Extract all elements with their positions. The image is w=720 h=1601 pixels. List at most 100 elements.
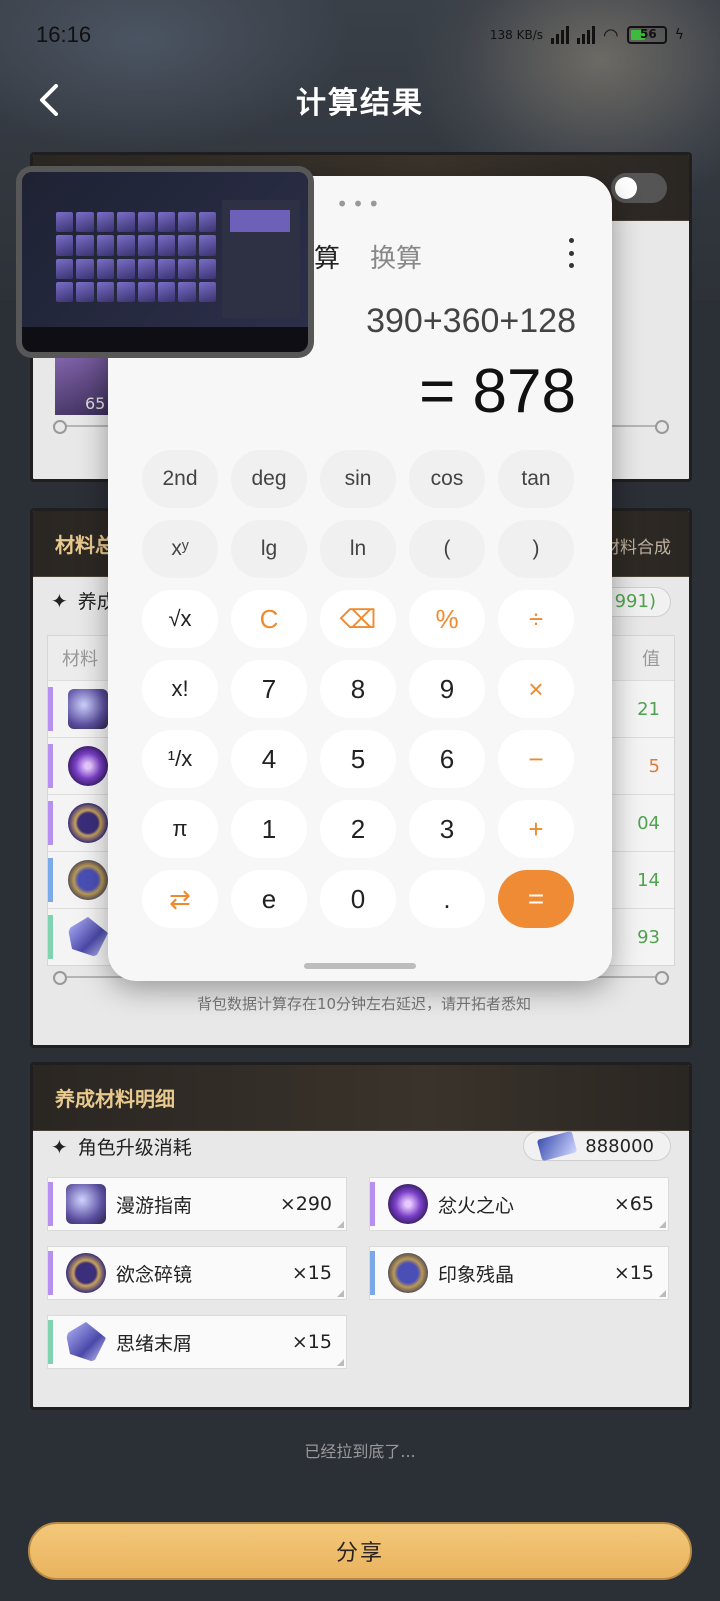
key-power[interactable]: xʸ <box>142 520 218 578</box>
material-name: 欲念碎镜 <box>116 1263 193 1286</box>
key-open-paren[interactable]: ( <box>409 520 485 578</box>
credits-value: 888000 <box>585 1135 654 1157</box>
key-decimal[interactable]: . <box>409 870 485 928</box>
key-multiply[interactable]: × <box>498 660 574 718</box>
pip-screen <box>22 172 308 352</box>
key-8[interactable]: 8 <box>320 660 396 718</box>
material-item[interactable]: 欲念碎镜 ×15 <box>47 1246 347 1300</box>
rarity-bar <box>48 915 53 959</box>
key-plus[interactable]: + <box>498 800 574 858</box>
material-qty: ×290 <box>279 1193 332 1215</box>
table-cell-value: 04 <box>637 812 660 834</box>
crystal-icon <box>388 1253 428 1293</box>
key-9[interactable]: 9 <box>409 660 485 718</box>
key-0[interactable]: 0 <box>320 870 396 928</box>
key-equals[interactable]: = <box>498 870 574 928</box>
crystal-icon <box>68 860 108 900</box>
material-name: 思绪末屑 <box>116 1332 193 1355</box>
key-percent[interactable]: % <box>409 590 485 648</box>
rarity-bar <box>48 1320 53 1364</box>
rarity-bar <box>48 1251 53 1295</box>
nav-bar: 计算结果 <box>0 70 720 130</box>
material-synthesis-link[interactable]: 材料合成 <box>603 533 671 558</box>
pip-detail-panel <box>222 200 300 318</box>
key-6[interactable]: 6 <box>409 730 485 788</box>
material-item[interactable]: 忿火之心 ×65 <box>369 1177 669 1231</box>
key-sqrt[interactable]: √x <box>142 590 218 648</box>
key-5[interactable]: 5 <box>320 730 396 788</box>
net-speed: 138 KB/s <box>489 28 544 42</box>
key-switch-mode-icon[interactable]: ⇄ <box>142 870 218 928</box>
mirror-icon <box>68 803 108 843</box>
key-2[interactable]: 2 <box>320 800 396 858</box>
key-divide[interactable]: ÷ <box>498 590 574 648</box>
table-header-value: 值 <box>642 649 660 670</box>
rarity-bar <box>370 1182 375 1226</box>
rarity-bar <box>48 744 53 788</box>
key-clear[interactable]: C <box>231 590 307 648</box>
material-item[interactable]: 思绪末屑 ×15 <box>47 1315 347 1369</box>
material-item[interactable]: 印象残晶 ×15 <box>369 1246 669 1300</box>
key-cos[interactable]: cos <box>409 450 485 508</box>
rarity-bar <box>48 801 53 845</box>
status-time: 16:16 <box>36 22 92 47</box>
back-arrow-icon[interactable] <box>32 80 72 120</box>
material-detail-header: 养成材料明细 <box>33 1065 689 1131</box>
key-factorial[interactable]: x! <box>142 660 218 718</box>
credit-icon <box>537 1130 578 1162</box>
material-name: 印象残晶 <box>438 1263 515 1286</box>
book-icon <box>66 1184 106 1224</box>
share-button[interactable]: 分享 <box>28 1522 692 1580</box>
key-3[interactable]: 3 <box>409 800 485 858</box>
key-lg[interactable]: lg <box>231 520 307 578</box>
calculator-expression: 390+360+128 <box>366 302 576 340</box>
key-1[interactable]: 1 <box>231 800 307 858</box>
star-icon: ✦ <box>51 588 68 613</box>
key-ln[interactable]: ln <box>320 520 396 578</box>
material-name: 忿火之心 <box>438 1194 515 1217</box>
battery-level: 56 <box>640 27 657 41</box>
key-deg[interactable]: deg <box>231 450 307 508</box>
pip-window-thumbnail[interactable] <box>16 166 314 358</box>
heart-icon <box>68 746 108 786</box>
tab-convert[interactable]: 换算 <box>370 238 422 275</box>
wifi-icon: ◠ <box>603 24 619 46</box>
key-4[interactable]: 4 <box>231 730 307 788</box>
table-cell-value: 21 <box>637 698 660 720</box>
material-name: 漫游指南 <box>116 1194 193 1217</box>
more-menu-icon[interactable] <box>566 238 576 268</box>
calculator-resize-handle[interactable] <box>304 963 416 969</box>
key-minus[interactable]: − <box>498 730 574 788</box>
rarity-bar <box>48 687 53 731</box>
key-e[interactable]: e <box>231 870 307 928</box>
key-reciprocal[interactable]: ¹/x <box>142 730 218 788</box>
section-header: ✦ 角色升级消耗 <box>51 1133 192 1160</box>
material-qty: ×15 <box>291 1331 332 1353</box>
toggle-switch[interactable] <box>611 173 667 203</box>
shard-icon <box>68 917 108 957</box>
key-close-paren[interactable]: ) <box>498 520 574 578</box>
material-detail-title: 养成材料明细 <box>55 1087 175 1111</box>
table-header-material: 材料 <box>62 649 98 670</box>
section-label: 角色升级消耗 <box>77 1137 192 1159</box>
charging-icon: ϟ <box>674 27 684 43</box>
pip-screen-content <box>22 172 308 327</box>
delay-footnote: 背包数据计算存在10分钟左右延迟，请开拓者悉知 <box>196 995 532 1013</box>
material-qty: ×15 <box>291 1262 332 1284</box>
key-pi[interactable]: π <box>142 800 218 858</box>
page-title: 计算结果 <box>296 86 424 121</box>
key-7[interactable]: 7 <box>231 660 307 718</box>
credits-pill: 888000 <box>523 1130 671 1162</box>
material-qty: ×15 <box>613 1262 654 1284</box>
material-item[interactable]: 漫游指南 ×290 <box>47 1177 347 1231</box>
key-tan[interactable]: tan <box>498 450 574 508</box>
rarity-bar <box>370 1251 375 1295</box>
signal-icon <box>551 26 570 44</box>
material-summary-title: 材料总 <box>55 533 115 557</box>
key-2nd[interactable]: 2nd <box>142 450 218 508</box>
key-backspace-icon[interactable]: ⌫ <box>320 590 396 648</box>
calculator-result: = 878 <box>419 357 576 426</box>
pip-item-grid <box>56 212 216 302</box>
heart-icon <box>388 1184 428 1224</box>
key-sin[interactable]: sin <box>320 450 396 508</box>
